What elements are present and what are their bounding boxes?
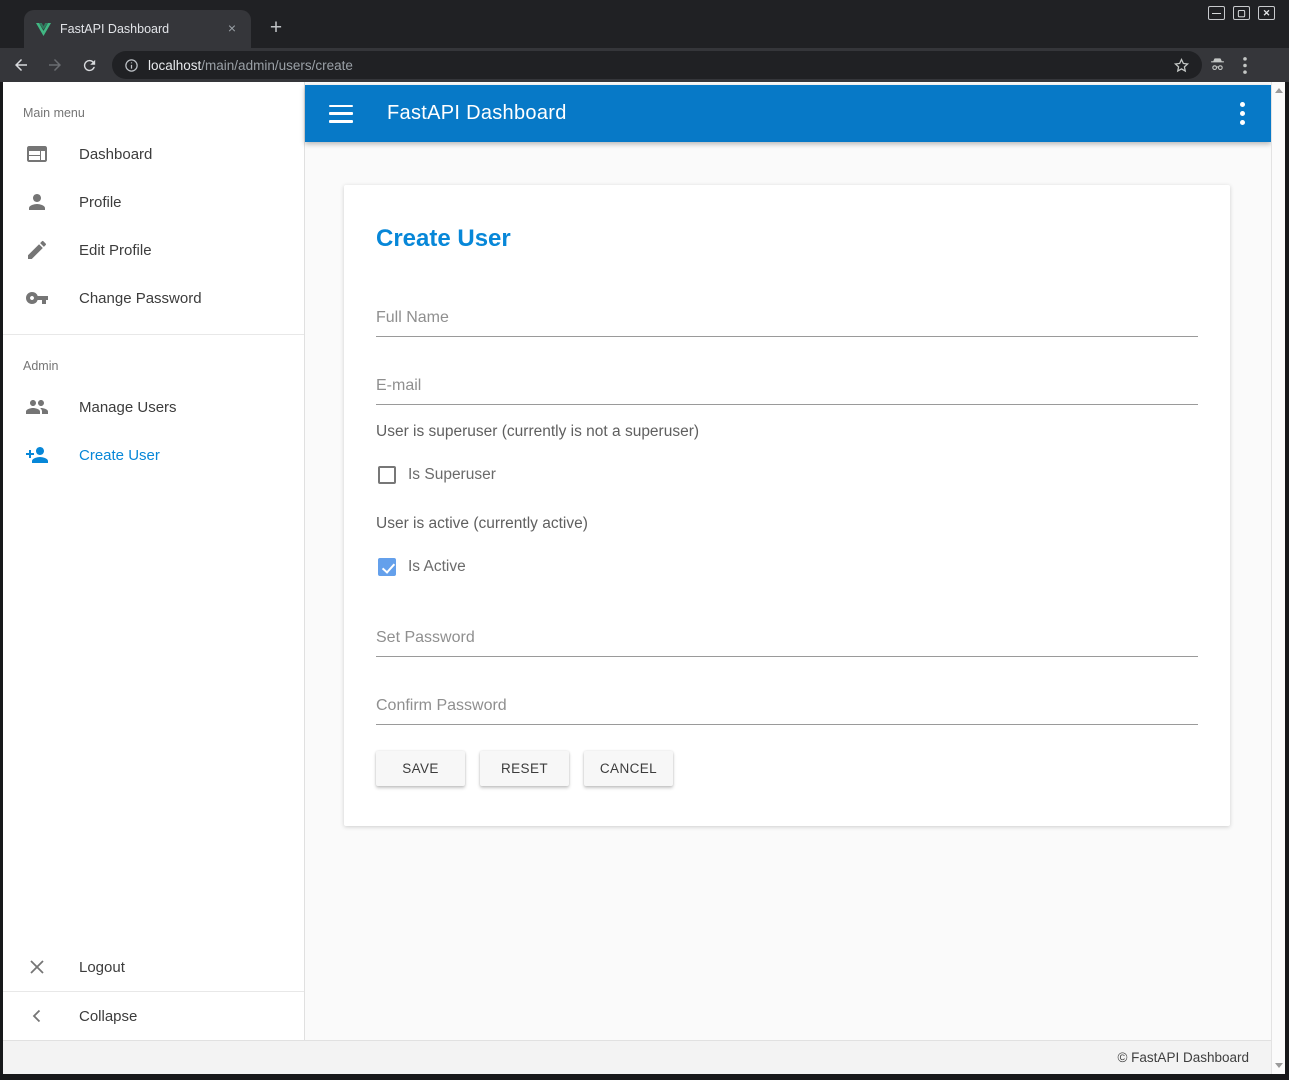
sidebar-item-logout[interactable]: Logout [3, 943, 304, 991]
sidebar-item-label: Collapse [79, 1008, 137, 1025]
scrollbar-down-icon[interactable] [1275, 1063, 1283, 1068]
reset-button[interactable]: RESET [480, 751, 569, 786]
sidebar-item-profile[interactable]: Profile [3, 178, 304, 226]
is-superuser-checkbox[interactable] [378, 466, 396, 484]
window-maximize-button[interactable]: ▢ [1233, 6, 1250, 20]
sidebar-item-label: Change Password [79, 290, 202, 307]
sidebar-section-main-menu: Main menu [3, 82, 304, 130]
full-name-input[interactable] [376, 309, 1198, 337]
is-active-label: Is Active [408, 558, 466, 576]
url-text[interactable]: localhost/main/admin/users/create [148, 58, 1173, 73]
bookmark-star-icon[interactable] [1173, 57, 1190, 74]
email-input[interactable] [376, 377, 1198, 405]
browser-titlebar: FastAPI Dashboard × + — ▢ ✕ [0, 0, 1289, 48]
sidebar-item-manage-users[interactable]: Manage Users [3, 383, 304, 431]
is-active-checkbox-row[interactable]: Is Active [378, 558, 466, 576]
email-field [376, 377, 1198, 405]
page-title: Create User [376, 225, 511, 253]
window-close-button[interactable]: ✕ [1258, 6, 1275, 20]
browser-toolbar: localhost/main/admin/users/create [0, 48, 1289, 82]
set-password-field [376, 629, 1198, 657]
is-superuser-label: Is Superuser [408, 466, 496, 484]
create-user-card: Create User User is superuser (currently… [344, 185, 1230, 826]
page-scrollbar[interactable] [1271, 82, 1285, 1074]
full-name-field [376, 309, 1198, 337]
sidebar-item-create-user[interactable]: Create User [3, 431, 304, 479]
hamburger-menu-icon[interactable] [329, 105, 353, 123]
new-tab-button[interactable]: + [263, 15, 289, 41]
pencil-icon [25, 238, 49, 262]
window-minimize-button[interactable]: — [1208, 6, 1225, 20]
forward-icon[interactable] [42, 52, 68, 78]
appbar-title: FastAPI Dashboard [387, 102, 567, 125]
set-password-input[interactable] [376, 629, 1198, 657]
is-active-checkbox[interactable] [378, 558, 396, 576]
person-add-icon [25, 443, 49, 467]
browser-tab[interactable]: FastAPI Dashboard × [24, 10, 251, 48]
site-info-icon[interactable] [124, 58, 139, 73]
is-superuser-checkbox-row[interactable]: Is Superuser [378, 466, 496, 484]
person-icon [25, 190, 49, 214]
active-hint: User is active (currently active) [376, 515, 588, 533]
back-icon[interactable] [8, 52, 34, 78]
key-icon [25, 286, 49, 310]
page-content: Main menu Dashboard Profile Edit Profile… [3, 82, 1285, 1074]
save-button[interactable]: SAVE [376, 751, 465, 786]
appbar-menu-icon[interactable] [1240, 102, 1245, 125]
close-icon [25, 955, 49, 979]
browser-menu-icon[interactable] [1243, 57, 1247, 74]
sidebar-item-label: Create User [79, 447, 160, 464]
reload-icon[interactable] [76, 52, 102, 78]
vue-favicon-icon [36, 23, 51, 36]
chevron-left-icon [25, 1004, 49, 1028]
incognito-icon [1208, 57, 1227, 74]
scrollbar-up-icon[interactable] [1275, 88, 1283, 93]
sidebar-section-admin: Admin [3, 335, 304, 383]
sidebar-item-collapse[interactable]: Collapse [3, 992, 304, 1040]
sidebar-item-dashboard[interactable]: Dashboard [3, 130, 304, 178]
sidebar-item-label: Logout [79, 959, 125, 976]
people-icon [25, 395, 49, 419]
address-bar[interactable]: localhost/main/admin/users/create [112, 51, 1202, 79]
sidebar-item-label: Profile [79, 194, 122, 211]
sidebar-item-label: Dashboard [79, 146, 152, 163]
sidebar-item-edit-profile[interactable]: Edit Profile [3, 226, 304, 274]
tab-close-icon[interactable]: × [223, 20, 241, 38]
cancel-button[interactable]: CANCEL [584, 751, 673, 786]
sidebar-item-label: Edit Profile [79, 242, 152, 259]
sidebar: Main menu Dashboard Profile Edit Profile… [3, 82, 305, 1040]
tab-title: FastAPI Dashboard [60, 22, 223, 36]
superuser-hint: User is superuser (currently is not a su… [376, 423, 699, 441]
copyright-text: © FastAPI Dashboard [1117, 1050, 1249, 1065]
sidebar-item-label: Manage Users [79, 399, 177, 416]
appbar: FastAPI Dashboard [305, 85, 1271, 142]
page-footer: © FastAPI Dashboard [3, 1040, 1271, 1074]
confirm-password-input[interactable] [376, 697, 1198, 725]
confirm-password-field [376, 697, 1198, 725]
dashboard-icon [25, 142, 49, 166]
form-buttons: SAVE RESET CANCEL [376, 751, 673, 786]
sidebar-item-change-password[interactable]: Change Password [3, 274, 304, 322]
